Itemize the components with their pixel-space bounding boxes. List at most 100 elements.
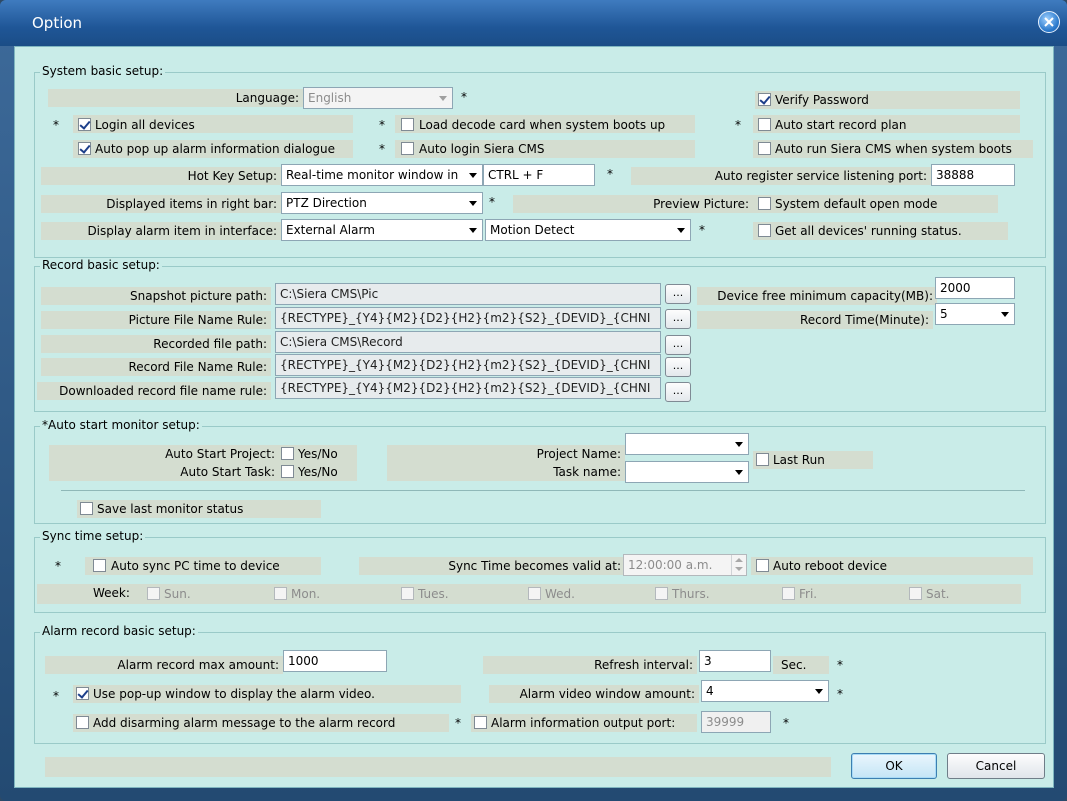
auto-popup-checkbox[interactable] <box>78 142 91 155</box>
required-star: * <box>783 716 789 730</box>
day-wed-checkbox[interactable] <box>528 587 541 600</box>
picture-rule-browse-button[interactable]: ... <box>665 309 691 329</box>
required-star: * <box>699 223 705 237</box>
required-star: * <box>379 118 385 132</box>
chevron-down-icon <box>730 434 748 454</box>
auto-start-record-checkbox[interactable] <box>758 118 771 131</box>
port-input[interactable]: 38888 <box>931 164 1015 186</box>
day-sun-label: Sun. <box>164 587 191 601</box>
record-rule-label: Record File Name Rule: <box>128 360 267 374</box>
add-disarm-checkbox[interactable] <box>76 716 89 729</box>
task-name-select[interactable] <box>625 461 749 483</box>
right-bar-label: Displayed items in right bar: <box>106 197 277 211</box>
recorded-path-browse-button[interactable]: ... <box>665 335 691 355</box>
auto-sync-label: Auto sync PC time to device <box>111 559 280 573</box>
required-star: * <box>837 658 843 672</box>
auto-popup-label: Auto pop up alarm information dialogue <box>95 142 336 156</box>
recorded-path-label: Recorded file path: <box>153 337 267 351</box>
client-area: System basic setup: Language: English * … <box>14 46 1054 788</box>
save-last-checkbox[interactable] <box>80 502 93 515</box>
picture-rule-input[interactable]: {RECTYPE}_{Y4}{M2}{D2}{H2}{m2}{S2}_{DEVI… <box>275 307 661 329</box>
chevron-down-icon <box>672 220 690 240</box>
window-amount-select[interactable]: 4 <box>701 680 829 702</box>
auto-reboot-label: Auto reboot device <box>773 559 887 573</box>
refresh-unit: Sec. <box>781 658 807 672</box>
start-project-label: Auto Start Project: <box>165 447 275 461</box>
verify-password-label: Verify Password <box>775 93 869 107</box>
record-basic-title: Record basic setup: <box>40 258 162 272</box>
min-capacity-input[interactable]: 2000 <box>935 277 1015 299</box>
monitor-separator <box>61 490 1025 491</box>
day-fri-checkbox[interactable] <box>782 587 795 600</box>
day-mon-label: Mon. <box>291 587 321 601</box>
get-status-checkbox[interactable] <box>758 224 771 237</box>
chevron-down-icon <box>464 165 482 185</box>
output-port-checkbox[interactable] <box>474 716 487 729</box>
window-title: Option <box>32 14 83 32</box>
start-task-yes-no: Yes/No <box>298 465 338 479</box>
auto-login-label: Auto login Siera CMS <box>419 142 545 156</box>
snapshot-path-input[interactable]: C:\Siera CMS\Pic <box>275 283 661 305</box>
record-time-value: 5 <box>940 307 948 321</box>
day-mon-checkbox[interactable] <box>274 587 287 600</box>
record-rule-input[interactable]: {RECTYPE}_{Y4}{M2}{D2}{H2}{m2}{S2}_{DEVI… <box>275 354 661 376</box>
required-star: * <box>55 559 61 573</box>
verify-password-checkbox[interactable] <box>758 93 771 106</box>
start-task-checkbox[interactable] <box>281 465 294 478</box>
auto-reboot-checkbox[interactable] <box>756 559 769 572</box>
auto-login-checkbox[interactable] <box>401 142 414 155</box>
hotkey-select[interactable]: Real-time monitor window in <box>281 164 483 186</box>
sync-title: Sync time setup: <box>40 529 146 543</box>
required-star: * <box>489 195 495 209</box>
load-decode-checkbox[interactable] <box>401 118 414 131</box>
day-thurs-checkbox[interactable] <box>655 587 668 600</box>
max-amount-input[interactable]: 1000 <box>283 650 387 672</box>
chevron-down-icon <box>810 681 828 701</box>
day-sat-checkbox[interactable] <box>909 587 922 600</box>
ok-button[interactable]: OK <box>851 753 937 779</box>
project-name-select[interactable] <box>625 433 749 455</box>
get-status-label: Get all devices' running status. <box>775 224 962 238</box>
spinner-arrows-icon[interactable] <box>731 555 746 575</box>
save-last-label: Save last monitor status <box>97 502 244 516</box>
last-run-checkbox[interactable] <box>756 453 769 466</box>
language-value: English <box>308 91 352 105</box>
day-tues-label: Tues. <box>418 587 449 601</box>
record-time-select[interactable]: 5 <box>935 303 1015 325</box>
close-button[interactable] <box>1038 11 1060 33</box>
start-project-yes-no: Yes/No <box>298 447 338 461</box>
chevron-down-icon <box>996 304 1014 324</box>
auto-run-label: Auto run Siera CMS when system boots <box>775 142 1012 156</box>
window-amount-value: 4 <box>706 684 714 698</box>
preview-label: Preview Picture: <box>653 197 749 211</box>
title-bar[interactable]: Option <box>0 0 1067 46</box>
alarm-item-select-2[interactable]: Motion Detect <box>485 219 691 241</box>
auto-run-checkbox[interactable] <box>758 142 771 155</box>
login-all-label: Login all devices <box>95 118 195 132</box>
use-popup-checkbox[interactable] <box>76 687 89 700</box>
output-port-input[interactable]: 39999 <box>701 711 771 733</box>
login-all-checkbox[interactable] <box>78 118 91 131</box>
download-rule-browse-button[interactable]: ... <box>665 382 691 402</box>
refresh-input[interactable]: 3 <box>699 650 771 672</box>
language-label: Language: <box>235 91 299 105</box>
day-sat-label: Sat. <box>926 587 950 601</box>
day-thurs-label: Thurs. <box>672 587 710 601</box>
min-capacity-label: Device free minimum capacity(MB): <box>717 289 933 303</box>
right-bar-select[interactable]: PTZ Direction <box>281 192 483 214</box>
hotkey-input[interactable]: CTRL + F <box>483 164 595 186</box>
cancel-button[interactable]: Cancel <box>947 753 1045 779</box>
day-tues-checkbox[interactable] <box>401 587 414 600</box>
snapshot-browse-button[interactable]: ... <box>665 284 691 304</box>
recorded-path-input[interactable]: C:\Siera CMS\Record <box>275 331 661 353</box>
preview-checkbox[interactable] <box>758 197 771 210</box>
auto-start-record-label: Auto start record plan <box>775 118 907 132</box>
day-sun-checkbox[interactable] <box>147 587 160 600</box>
auto-sync-checkbox[interactable] <box>93 559 106 572</box>
start-project-checkbox[interactable] <box>281 447 294 460</box>
record-rule-browse-button[interactable]: ... <box>665 357 691 377</box>
alarm-item-select-1[interactable]: External Alarm <box>281 219 483 241</box>
download-rule-input[interactable]: {RECTYPE}_{Y4}{M2}{D2}{H2}{m2}{S2}_{DEVI… <box>275 377 661 399</box>
language-select[interactable]: English <box>303 87 453 109</box>
sync-time-spinner[interactable]: 12:00:00 a.m. <box>623 554 747 576</box>
